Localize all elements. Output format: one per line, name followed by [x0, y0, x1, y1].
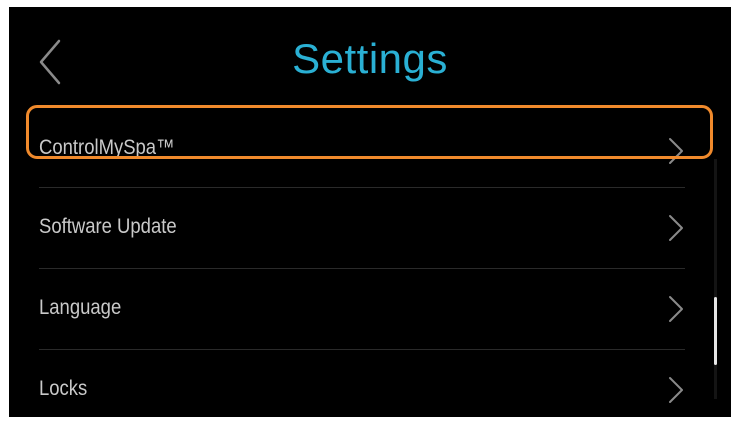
menu-item-controlmyspa[interactable]: ControlMySpa™ — [39, 107, 685, 187]
menu-item-locks[interactable]: Locks — [39, 350, 685, 417]
menu-item-label: ControlMySpa™ — [39, 136, 175, 159]
settings-menu-list: ControlMySpa™ Software Update Language L… — [9, 107, 731, 417]
chevron-right-icon — [669, 296, 683, 322]
chevron-right-icon — [669, 377, 683, 403]
menu-item-software-update[interactable]: Software Update — [39, 188, 685, 268]
menu-item-label: Software Update — [39, 215, 177, 238]
menu-item-language[interactable]: Language — [39, 269, 685, 349]
chevron-right-icon — [669, 215, 683, 241]
header: Settings — [9, 7, 731, 107]
chevron-right-icon — [669, 138, 683, 164]
menu-item-label: Language — [39, 296, 122, 319]
menu-item-label: Locks — [39, 377, 88, 400]
page-title: Settings — [292, 35, 448, 82]
scrollbar-thumb[interactable] — [714, 297, 717, 365]
settings-screen: Settings ControlMySpa™ Software Update L… — [9, 7, 731, 417]
